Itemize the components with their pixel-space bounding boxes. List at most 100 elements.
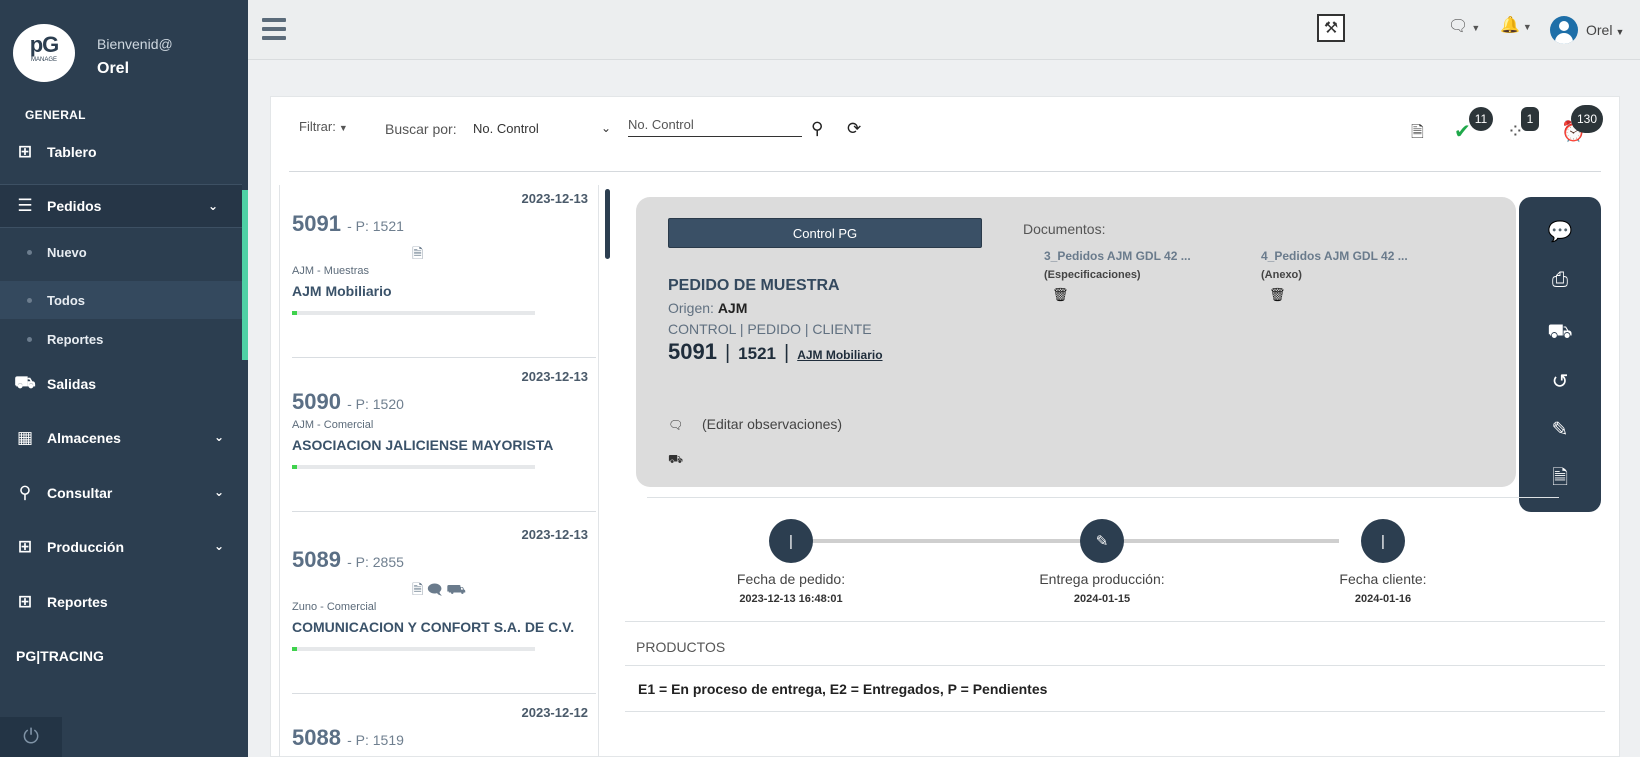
order-progress-bar <box>292 311 535 315</box>
truck-icon[interactable]: ⛟ <box>1519 321 1601 346</box>
order-pedido: - P: 1521 <box>347 218 404 234</box>
trash-icon[interactable]: 🗑 <box>1052 287 1191 303</box>
document-icon[interactable]: 🗎 <box>1411 121 1424 148</box>
boxes-icon: ▦ <box>16 428 34 447</box>
user-menu[interactable]: Orel ▼ <box>1586 22 1624 38</box>
divider <box>625 621 1605 622</box>
edit-observations-link[interactable]: (Editar observaciones) <box>702 416 842 432</box>
scrollbar[interactable] <box>605 189 610 259</box>
timeline-label: Fecha de pedido: <box>736 571 846 587</box>
document-item[interactable]: 3_Pedidos AJM GDL 42 ... (Especificacion… <box>1044 249 1191 303</box>
history-icon[interactable]: ↺ <box>1519 369 1601 394</box>
divider <box>647 497 1559 498</box>
sidebar-subitem-todos[interactable]: Todos <box>0 281 242 319</box>
notifications-menu[interactable]: 🔔 ▼ <box>1500 15 1532 35</box>
documents-label: Documentos: <box>1023 221 1106 237</box>
order-category: AJM - Comercial <box>292 419 374 431</box>
sidebar-subitem-label: Reportes <box>47 331 104 347</box>
order-client: ASOCIACION JALICIENSE MAYORISTA <box>292 437 554 453</box>
filter-dropdown[interactable]: Filtrar: ▼ <box>299 119 348 134</box>
order-pedido: - P: 2855 <box>347 554 404 570</box>
comments-icon: 🗨 <box>668 418 684 432</box>
divider <box>625 665 1605 666</box>
order-detail-card: Control PG PEDIDO DE MUESTRA Origen: AJM… <box>636 197 1516 487</box>
search-input[interactable]: No. Control <box>628 117 802 137</box>
power-icon[interactable]: ⏻ <box>0 717 62 757</box>
bullet-icon <box>27 297 32 303</box>
sidebar-item-label: Almacenes <box>47 430 121 446</box>
order-date: 2023-12-12 <box>521 705 589 720</box>
profile-block: pG MANAGE Bienvenid@ Orel <box>0 0 248 100</box>
order-control: 5090 <box>292 389 341 414</box>
sidebar-item-almacenes[interactable]: ▦ Almacenes ⌄ <box>0 418 248 458</box>
sidebar-item-reportes[interactable]: ⊞ Reportes <box>0 582 248 622</box>
control-number: 5091 <box>668 339 717 364</box>
edit-icon[interactable]: ✎ <box>1519 417 1601 442</box>
sidebar-item-label: Consultar <box>47 485 113 501</box>
trash-icon[interactable]: 🗑 <box>1269 287 1408 303</box>
sidebar-item-tablero[interactable]: ⊞ Tablero <box>0 132 248 172</box>
sidebar-item-pedidos[interactable]: ☰ Pedidos ⌄ <box>0 184 242 228</box>
chat-menu[interactable]: 🗨 ▼ <box>1448 16 1480 36</box>
origin-value: AJM <box>717 300 748 316</box>
pgtracing-link[interactable]: PG|TRACING <box>16 648 104 664</box>
order-number: 5090 - P: 1520 <box>292 389 404 415</box>
tools-icon[interactable]: ⚒ <box>1317 14 1345 42</box>
order-number: 5089 - P: 2855 <box>292 547 404 573</box>
timeline-value: 2024-01-15 <box>1073 593 1131 605</box>
sidebar-subitem-label: Nuevo <box>47 244 87 260</box>
order-date: 2023-12-13 <box>521 527 589 542</box>
truck-icon: ⛟ <box>446 581 466 597</box>
logo-text: pG <box>29 32 60 57</box>
app-logo[interactable]: pG MANAGE <box>13 24 75 82</box>
control-pg-button[interactable]: Control PG <box>668 218 982 248</box>
search-icon[interactable]: ⚲ <box>811 119 823 139</box>
divider <box>292 511 596 512</box>
client-link[interactable]: AJM Mobiliario <box>797 348 882 362</box>
order-list[interactable]: 2023-12-13 5091 - P: 1521 🗎 AJM - Muestr… <box>279 185 599 757</box>
bell-icon: 🔔 <box>1500 17 1520 34</box>
divider <box>289 171 1601 172</box>
progress-fill <box>292 465 297 469</box>
completed-count-badge: 11 <box>1469 107 1493 131</box>
document-type: (Anexo) <box>1261 269 1302 281</box>
sidebar-item-produccion[interactable]: ⊞ Producción ⌄ <box>0 527 248 567</box>
menu-toggle-icon[interactable] <box>262 18 286 40</box>
sidebar-item-consultar[interactable]: ⚲ Consultar ⌄ <box>0 473 248 513</box>
avatar[interactable] <box>1550 16 1578 44</box>
progress-fill <box>292 311 297 315</box>
chevron-down-icon: ⌄ <box>213 430 224 444</box>
sidebar-item-label: Pedidos <box>47 198 102 214</box>
divider <box>625 711 1605 712</box>
truck-icon: ⛟ <box>668 452 684 466</box>
file-icon[interactable]: 🗎 <box>1519 463 1601 497</box>
timeline-line <box>775 539 1339 543</box>
bullet-icon <box>27 249 32 255</box>
refresh-icon[interactable]: ⟳ <box>847 119 861 139</box>
truck-icon: ⛟ <box>14 373 36 392</box>
edit-icon[interactable]: ✎ <box>1080 519 1124 563</box>
plus-square-icon: ⊞ <box>17 142 33 161</box>
check-circle-icon[interactable]: ✔ <box>1454 119 1471 144</box>
control-line: CONTROL | PEDIDO | CLIENTE <box>668 321 872 337</box>
active-section-indicator <box>242 190 248 360</box>
sidebar-subitem-nuevo[interactable]: Nuevo <box>0 233 242 271</box>
wechat-icon[interactable]: 💬 <box>1519 219 1601 244</box>
print-icon[interactable]: ⎙ <box>1519 269 1601 292</box>
search-by-value: No. Control <box>473 121 539 136</box>
plus-square-icon: ⊞ <box>17 537 33 556</box>
search-by-select[interactable]: No. Control ⌄ <box>473 121 611 143</box>
document-name[interactable]: 4_Pedidos AJM GDL 42 ... <box>1261 249 1408 263</box>
document-item[interactable]: 4_Pedidos AJM GDL 42 ... (Anexo) 🗑 <box>1261 249 1408 303</box>
caret-down-icon: ▼ <box>1615 27 1625 37</box>
sidebar-item-salidas[interactable]: ⛟ Salidas <box>0 364 248 404</box>
caret-down-icon: ▼ <box>338 123 348 133</box>
sidebar-subitem-reportes[interactable]: Reportes <box>0 320 242 358</box>
order-category: Zuno - Comercial <box>292 601 377 613</box>
main-panel: Filtrar: ▼ Buscar por: No. Control ⌄ No. … <box>270 96 1620 757</box>
order-client: AJM Mobiliario <box>292 283 392 299</box>
document-name[interactable]: 3_Pedidos AJM GDL 42 ... <box>1044 249 1191 263</box>
order-pedido: - P: 1519 <box>347 732 404 748</box>
action-toolbar: 💬 ⎙ ⛟ ↺ ✎ 🗎 <box>1519 197 1601 512</box>
topbar: ⚒ 🗨 ▼ 🔔 ▼ Orel ▼ <box>248 0 1640 60</box>
